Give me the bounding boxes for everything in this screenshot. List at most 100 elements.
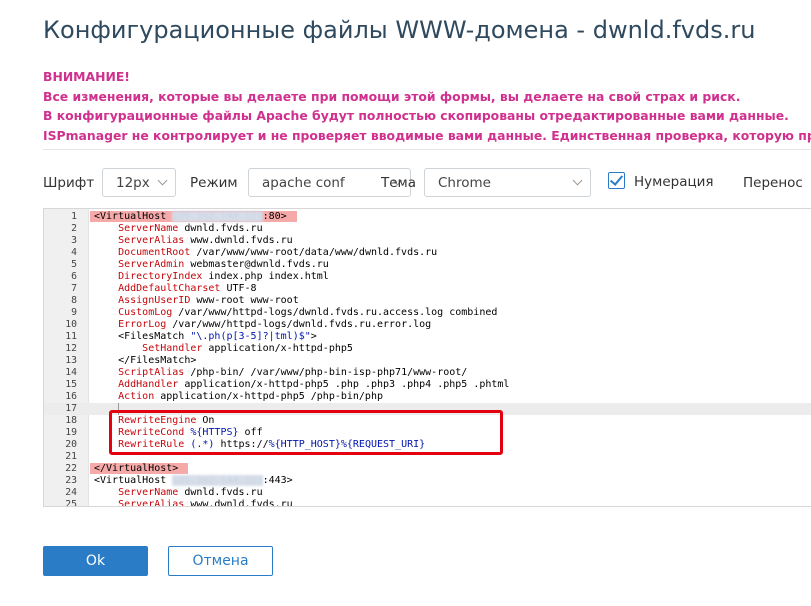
line-number: 1 xyxy=(71,211,77,222)
code-line[interactable]: 25 ServerAlias www.dwnld.fvds.ru xyxy=(44,499,811,507)
font-label: Шрифт xyxy=(43,175,95,191)
code-text: DocumentRoot /var/www/www-root/data/www/… xyxy=(94,247,437,259)
directive-token: ServerName xyxy=(118,223,179,234)
line-number: 18 xyxy=(65,415,77,426)
code-token: dwnld.fvds.ru xyxy=(178,487,263,498)
code-text: <VirtualHost 185.162.144.123:80> xyxy=(90,211,297,223)
editor-toolbar: Шрифт 12px Режим apache conf Тема Chrome… xyxy=(43,168,811,198)
code-text: ScriptAlias /php-bin/ /var/www/php-bin-i… xyxy=(94,367,467,379)
line-number: 3 xyxy=(71,235,77,246)
code-line[interactable]: 14 ScriptAlias /php-bin/ /var/www/php-bi… xyxy=(44,367,811,379)
warning-block: ВНИМАНИЕ! Все изменения, которые вы дела… xyxy=(43,67,811,145)
code-line[interactable]: 16 Action application/x-httpd-php5 /php-… xyxy=(44,391,811,403)
line-number: 4 xyxy=(71,247,77,258)
string-token: (.*) xyxy=(184,439,215,450)
code-token: <VirtualHost xyxy=(94,211,173,222)
line-number: 21 xyxy=(65,451,77,462)
directive-token: ServerAlias xyxy=(118,235,185,246)
code-editor[interactable]: 1 <VirtualHost 185.162.144.123:80> 2 Serve… xyxy=(43,208,811,507)
code-token: index.php index.html xyxy=(202,271,329,282)
ok-button[interactable]: Ok xyxy=(43,546,148,576)
code-line[interactable]: 2 ServerName dwnld.fvds.ru xyxy=(44,223,811,235)
directive-token: ServerAdmin xyxy=(118,259,185,270)
mode-label: Режим xyxy=(190,175,238,191)
code-line[interactable]: 20 RewriteRule (.*) https://%{HTTP_HOST}… xyxy=(44,439,811,451)
code-line[interactable]: 18 RewriteEngine On xyxy=(44,415,811,427)
code-text: RewriteEngine On xyxy=(94,415,214,427)
warning-line: Все изменения, которые вы делаете при по… xyxy=(43,88,741,104)
directive-token: RewriteCond xyxy=(118,427,185,438)
code-line[interactable]: 24 ServerName dwnld.fvds.ru xyxy=(44,487,811,499)
line-number: 10 xyxy=(65,319,77,330)
code-token: :80> xyxy=(262,211,287,222)
warning-heading: ВНИМАНИЕ! xyxy=(43,69,130,84)
line-number: 17 xyxy=(65,403,77,414)
line-number: 7 xyxy=(71,283,77,294)
code-line[interactable]: 15 AddHandler application/x-httpd-php5 .… xyxy=(44,379,811,391)
line-number: 20 xyxy=(65,439,77,450)
code-line[interactable]: 5 ServerAdmin webmaster@dwnld.fvds.ru xyxy=(44,259,811,271)
string-token: %{HTTP_HOST}%{REQUEST_URI} xyxy=(268,439,426,450)
code-line[interactable]: 10 ErrorLog /var/www/httpd-logs/dwnld.fv… xyxy=(44,319,811,331)
code-token: <FilesMatch xyxy=(118,331,191,342)
line-number: 25 xyxy=(65,499,77,507)
code-line[interactable]: 9 CustomLog /var/www/httpd-logs/dwnld.fv… xyxy=(44,307,811,319)
code-text: SetHandler application/x-httpd-php5 xyxy=(94,343,353,355)
theme-value: Chrome xyxy=(438,175,491,191)
redacted-ip: 185.162.144.123 xyxy=(172,211,263,222)
wrap-label[interactable]: Перенос xyxy=(743,175,803,191)
code-text: ServerName dwnld.fvds.ru xyxy=(94,487,263,499)
code-text: <VirtualHost 185.162.144.123:443> xyxy=(94,475,293,487)
code-line[interactable]: 17 xyxy=(44,403,811,415)
code-line[interactable]: 13 </FilesMatch> xyxy=(44,355,811,367)
line-number: 11 xyxy=(65,331,77,342)
code-text: AssignUserID www-root www-root xyxy=(94,295,299,307)
code-token: /var/www/httpd-logs/dwnld.fvds.ru.access… xyxy=(172,307,498,318)
cancel-button[interactable]: Отмена xyxy=(168,546,273,576)
code-line[interactable]: 21 xyxy=(44,451,811,463)
code-line[interactable]: 4 DocumentRoot /var/www/www-root/data/ww… xyxy=(44,247,811,259)
code-line[interactable]: 3 ServerAlias www.dwnld.fvds.ru xyxy=(44,235,811,247)
code-text: ServerAlias www.dwnld.fvds.ru xyxy=(94,499,293,507)
code-line[interactable]: 23 <VirtualHost 185.162.144.123:443> xyxy=(44,475,811,487)
code-text: </FilesMatch> xyxy=(94,355,196,367)
code-token: <VirtualHost xyxy=(94,475,173,486)
code-token: /var/www/httpd-logs/dwnld.fvds.ru.error.… xyxy=(166,319,432,330)
code-token: www.dwnld.fvds.ru xyxy=(184,499,293,507)
code-text: DirectoryIndex index.php index.html xyxy=(94,271,329,283)
code-token: :443> xyxy=(262,475,293,486)
directive-token: DirectoryIndex xyxy=(118,271,203,282)
line-number: 19 xyxy=(65,427,77,438)
code-token: dwnld.fvds.ru xyxy=(178,223,263,234)
code-line[interactable]: 1 <VirtualHost 185.162.144.123:80> xyxy=(44,211,811,223)
directive-token: ServerAlias xyxy=(118,499,185,507)
code-line[interactable]: 11 <FilesMatch "\.ph(p[3-5]?|tml)$"> xyxy=(44,331,811,343)
code-line[interactable]: 22 </VirtualHost> xyxy=(44,463,811,475)
line-number: 2 xyxy=(71,223,77,234)
code-token: </FilesMatch> xyxy=(118,355,197,366)
theme-select[interactable]: Chrome xyxy=(424,168,591,197)
font-size-select[interactable]: 12px xyxy=(102,168,176,197)
numbering-label[interactable]: Нумерация xyxy=(634,174,714,190)
directive-token: RewriteEngine xyxy=(118,415,197,426)
numbering-checkbox[interactable] xyxy=(608,172,625,189)
code-line[interactable]: 8 AssignUserID www-root www-root xyxy=(44,295,811,307)
code-line[interactable]: 6 DirectoryIndex index.php index.html xyxy=(44,271,811,283)
directive-token: CustomLog xyxy=(118,307,173,318)
code-line[interactable]: 7 AddDefaultCharset UTF-8 xyxy=(44,283,811,295)
mode-value: apache conf xyxy=(262,175,345,191)
line-number: 6 xyxy=(71,271,77,282)
code-line[interactable]: 12 SetHandler application/x-httpd-php5 xyxy=(44,343,811,355)
code-token: www.dwnld.fvds.ru xyxy=(184,235,293,246)
code-line[interactable]: 19 RewriteCond %{HTTPS} off xyxy=(44,427,811,439)
